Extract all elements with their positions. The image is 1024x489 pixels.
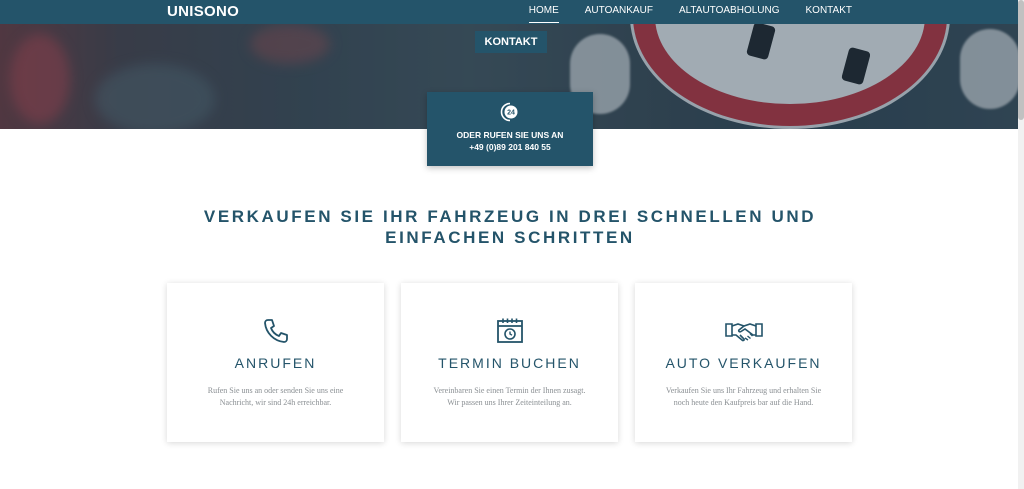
call-us-box[interactable]: 24 ODER RUFEN SIE UNS AN +49 (0)89 201 8… xyxy=(427,92,593,166)
page-scrollbar[interactable] xyxy=(1018,0,1024,489)
scrollbar-thumb[interactable] xyxy=(1018,0,1024,120)
navbar: UNISONO HOME AUTOANKAUF ALTAUTOABHOLUNG … xyxy=(0,0,1018,24)
step-card-sell: AUTO VERKAUFEN Verkaufen Sie uns Ihr Fah… xyxy=(635,283,852,442)
logo[interactable]: UNISONO xyxy=(167,3,239,20)
calendar-icon xyxy=(496,318,523,343)
phone-icon xyxy=(263,319,288,343)
step-card-call: ANRUFEN Rufen Sie uns an oder senden Sie… xyxy=(167,283,384,442)
phone-24h-icon: 24 xyxy=(500,102,518,122)
card-title: TERMIN BUCHEN xyxy=(438,355,581,371)
call-us-text: ODER RUFEN SIE UNS AN xyxy=(456,130,564,140)
nav-item-altautoabholung[interactable]: ALTAUTOABHOLUNG xyxy=(679,0,780,24)
card-description: Verkaufen Sie uns Ihr Fahrzeug und erhal… xyxy=(665,386,822,407)
nav-item-home[interactable]: HOME xyxy=(528,0,559,24)
svg-text:24: 24 xyxy=(507,110,515,117)
card-title: AUTO VERKAUFEN xyxy=(665,355,822,371)
hero-page-label: KONTAKT xyxy=(475,31,547,53)
page: UNISONO HOME AUTOANKAUF ALTAUTOABHOLUNG … xyxy=(0,0,1024,489)
section-headline: VERKAUFEN SIE IHR FAHRZEUG IN DREI SCHNE… xyxy=(203,207,817,247)
nav-item-autoankauf[interactable]: AUTOANKAUF xyxy=(585,0,653,24)
step-card-appointment: TERMIN BUCHEN Vereinbaren Sie einen Term… xyxy=(401,283,618,442)
card-description: Rufen Sie uns an oder senden Sie uns ein… xyxy=(207,386,344,407)
phone-number[interactable]: +49 (0)89 201 840 55 xyxy=(427,142,593,152)
card-title: ANRUFEN xyxy=(234,355,317,371)
nav-item-kontakt[interactable]: KONTAKT xyxy=(806,0,852,24)
handshake-icon xyxy=(724,323,763,342)
main-nav: HOME AUTOANKAUF ALTAUTOABHOLUNG KONTAKT xyxy=(528,0,852,24)
card-description: Vereinbaren Sie einen Termin der Ihnen z… xyxy=(433,386,586,407)
